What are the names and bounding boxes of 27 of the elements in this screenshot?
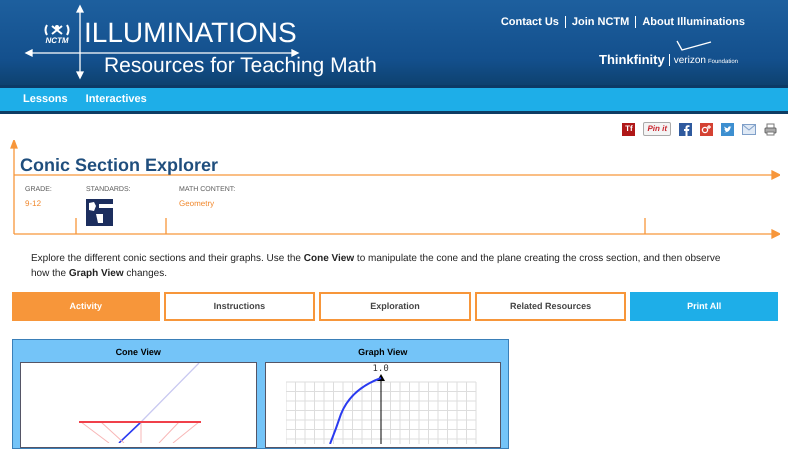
site-name: ILLUMINATIONS (84, 18, 297, 48)
standards-icon[interactable] (86, 199, 113, 226)
mail-icon[interactable] (742, 124, 756, 134)
nctm-label: NCTM (45, 36, 69, 45)
print-icon[interactable] (764, 122, 777, 136)
pin-button[interactable]: Pin it (643, 122, 671, 136)
facebook-icon[interactable] (679, 122, 692, 136)
tab[interactable]: Related Resources (474, 292, 626, 321)
tab[interactable]: Exploration (319, 292, 471, 321)
header-link[interactable]: About Illuminations (642, 14, 745, 30)
view-title: Cone View (116, 347, 161, 358)
view-title: Graph View (358, 347, 408, 358)
meta-value: Geometry (179, 199, 216, 209)
partner-name: verizon (674, 54, 706, 68)
plus-icon[interactable] (700, 122, 713, 136)
meta-value: 9-12 (25, 199, 42, 209)
header-link[interactable]: Contact Us (500, 14, 559, 30)
sponsor-name: Thinkfinity (599, 52, 665, 68)
description: Explore the different conic sections and their graphs. Use the Cone View to manipulate the cone and the plane creating the cross section, and then observe how the Graph View changes. (30, 252, 722, 281)
share-button[interactable]: Tf (622, 122, 636, 136)
axis-label: 1.0 (372, 364, 389, 374)
tab[interactable]: Instructions (164, 292, 316, 321)
header-link[interactable]: Join NCTM (572, 14, 630, 30)
check-icon (676, 40, 712, 52)
page-title: Conic Section Explorer (20, 155, 218, 175)
bird-icon[interactable] (721, 122, 734, 136)
site-tagline: Resources for Teaching Math (104, 54, 377, 78)
